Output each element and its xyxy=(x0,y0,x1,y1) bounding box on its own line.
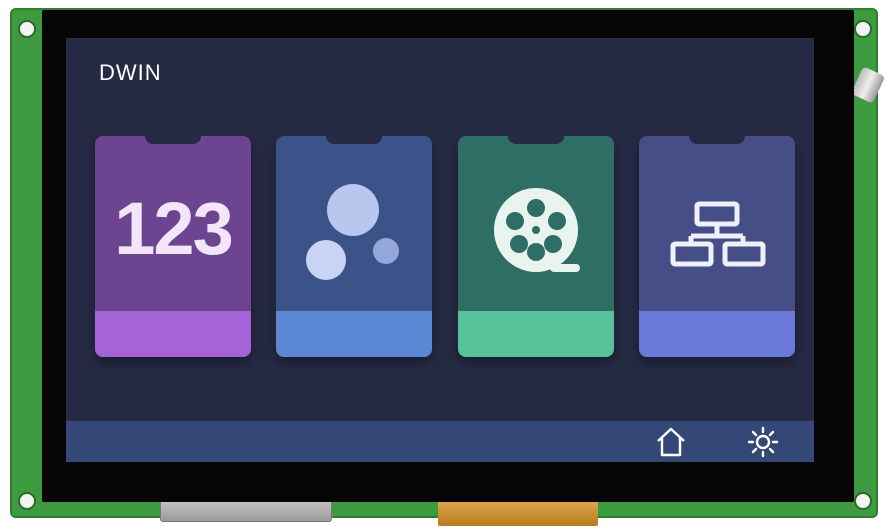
tile-footer xyxy=(95,311,251,357)
tile-footer xyxy=(458,311,614,357)
film-reel-icon xyxy=(494,188,580,272)
gear-icon xyxy=(747,426,779,458)
bottom-bar xyxy=(66,421,814,462)
screen: DWIN 123 xyxy=(66,38,814,462)
circles-icon xyxy=(306,184,399,280)
settings-button[interactable] xyxy=(746,425,780,459)
ribbon-cable xyxy=(438,500,598,526)
brand-label: DWIN xyxy=(99,60,162,85)
mount-hole xyxy=(854,492,872,510)
tile-footer xyxy=(639,311,795,357)
tile-numbers[interactable]: 123 xyxy=(95,136,251,357)
tile-circles[interactable] xyxy=(276,136,432,357)
tile-video[interactable] xyxy=(458,136,614,357)
home-icon xyxy=(657,427,685,457)
home-button[interactable] xyxy=(654,425,688,459)
tile-network[interactable] xyxy=(639,136,795,357)
numeric-123-icon: 123 xyxy=(114,187,233,270)
network-hierarchy-icon xyxy=(670,201,766,267)
tile-footer xyxy=(276,311,432,357)
mount-hole xyxy=(18,492,36,510)
mount-hole xyxy=(18,20,36,38)
mount-hole xyxy=(854,20,872,38)
